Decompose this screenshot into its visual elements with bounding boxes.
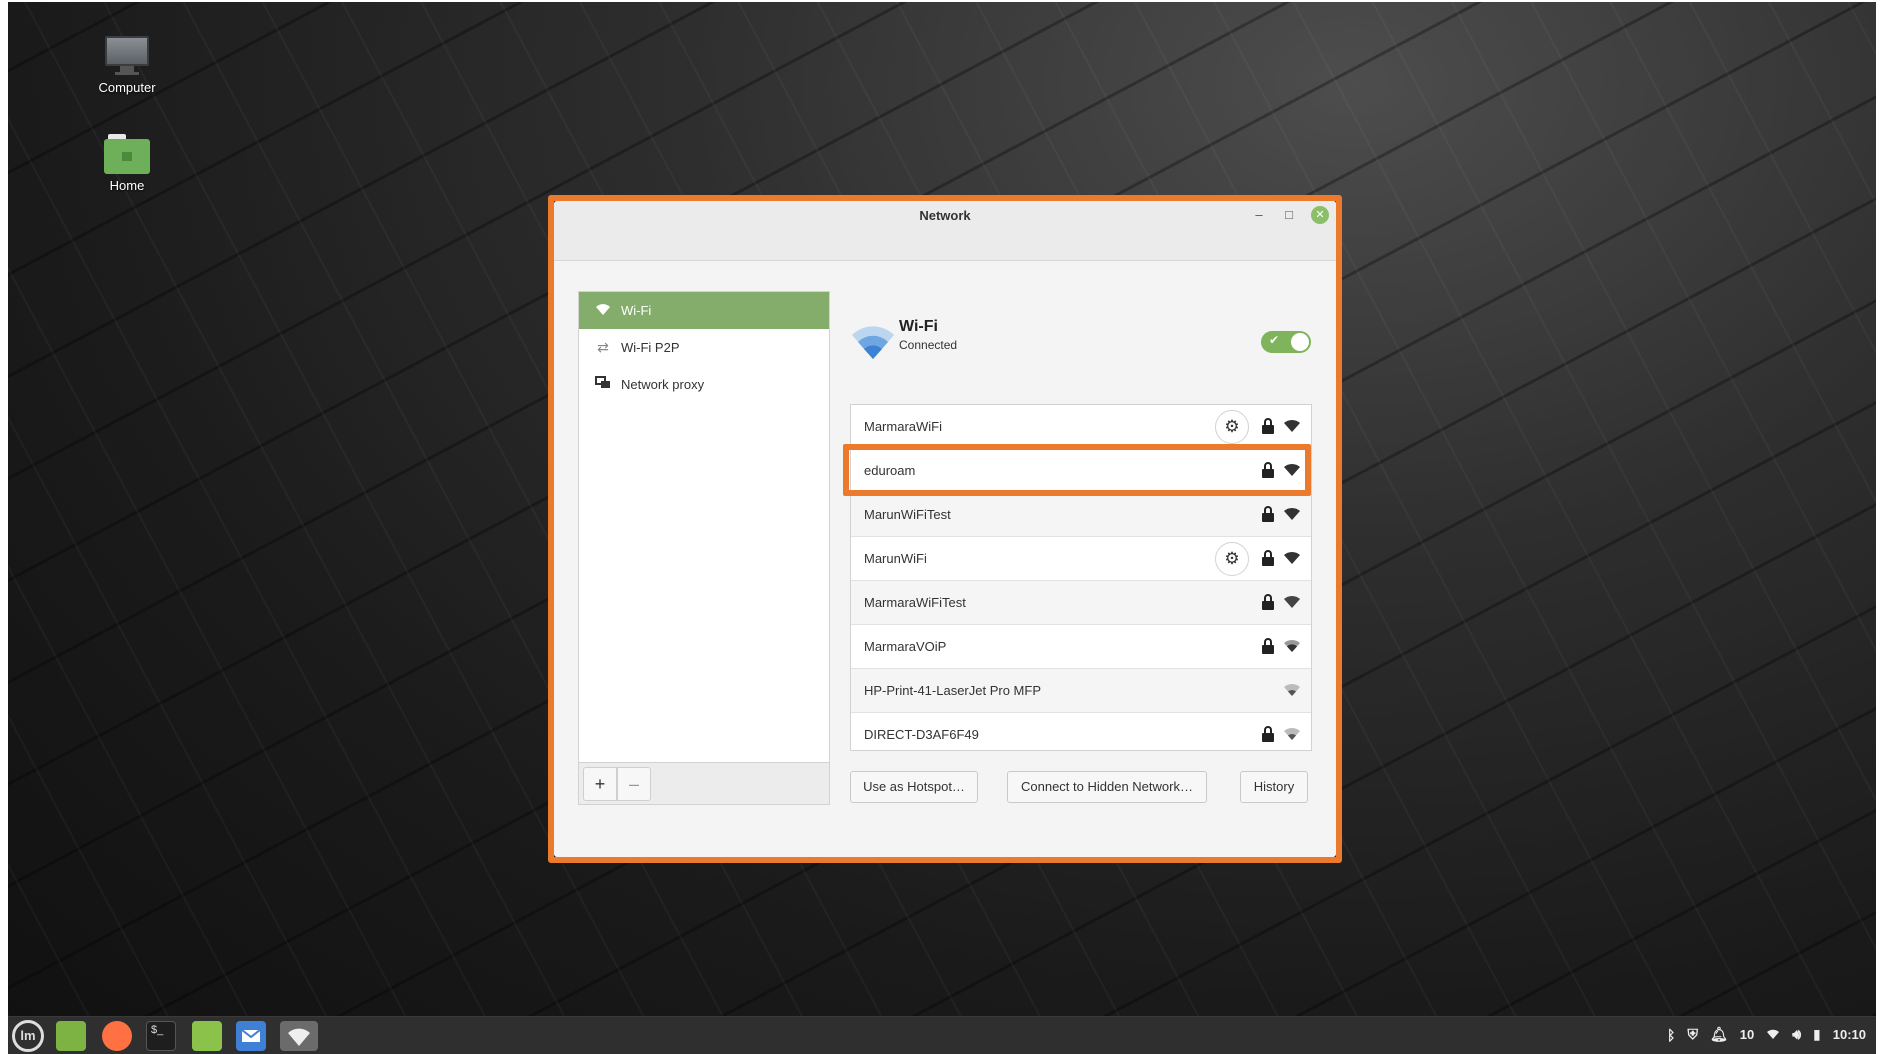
sidebar-item-wifi-p2p[interactable]: ⇄ Wi-Fi P2P xyxy=(579,329,829,366)
p2p-arrows-icon: ⇄ xyxy=(597,339,609,355)
taskbar: lm $_ ᛒ ⛨ 🔔︎ 10 🔊︎ ▮ 10:10 xyxy=(8,1016,1876,1054)
wifi-large-icon xyxy=(850,321,896,361)
sidebar-footer: + – xyxy=(579,762,829,804)
signal-strength-icon xyxy=(1283,549,1301,567)
network-name: MarmaraWiFiTest xyxy=(864,595,966,610)
sidebar-item-label: Network proxy xyxy=(621,377,705,392)
wifi-tray-icon[interactable] xyxy=(1766,1027,1780,1043)
network-row[interactable]: MarunWiFi ⚙ xyxy=(851,537,1311,581)
terminal-icon[interactable]: $_ xyxy=(146,1021,176,1051)
sidebar-item-network-proxy[interactable]: Network proxy xyxy=(579,366,829,403)
network-row[interactable]: MarmaraVOiP xyxy=(851,625,1311,669)
network-row[interactable]: MarunWiFiTest xyxy=(851,493,1311,537)
network-settings-taskbar-icon[interactable] xyxy=(280,1021,318,1051)
lock-icon xyxy=(1262,418,1274,434)
network-row[interactable]: MarmaraWiFiTest xyxy=(851,581,1311,625)
shield-icon[interactable]: ⛨ xyxy=(1687,1026,1698,1043)
signal-strength-icon xyxy=(1283,505,1301,523)
sidebar: Wi-Fi ⇄ Wi-Fi P2P Network proxy + – xyxy=(578,291,830,805)
eduroam-highlight-frame xyxy=(843,444,1311,496)
wifi-title: Wi-Fi xyxy=(899,318,938,335)
clock[interactable]: 10:10 xyxy=(1833,1027,1866,1042)
toggle-knob xyxy=(1291,333,1309,351)
history-button[interactable]: History xyxy=(1240,771,1308,803)
notifications-count: 10 xyxy=(1739,1027,1755,1042)
lock-icon xyxy=(1262,506,1274,522)
maximize-button[interactable]: □ xyxy=(1280,206,1298,224)
network-row[interactable]: HP-Print-41-LaserJet Pro MFP xyxy=(851,669,1311,713)
wifi-icon xyxy=(593,302,613,319)
network-name: HP-Print-41-LaserJet Pro MFP xyxy=(864,683,1041,698)
network-row[interactable]: DIRECT-D3AF6F49 xyxy=(851,713,1311,750)
network-name: MarunWiFiTest xyxy=(864,507,951,522)
files-icon[interactable] xyxy=(192,1021,222,1051)
system-tray: ᛒ ⛨ 🔔︎ 10 🔊︎ ▮ 10:10 xyxy=(1667,1026,1866,1043)
gear-icon[interactable]: ⚙ xyxy=(1215,542,1249,576)
network-window: Network – □ ✕ Wi-Fi ⇄ Wi-Fi P2P Network … xyxy=(554,201,1336,857)
network-name: DIRECT-D3AF6F49 xyxy=(864,727,979,742)
desktop-icon-label: Home xyxy=(109,178,145,193)
connect-hidden-network-button[interactable]: Connect to Hidden Network… xyxy=(1007,771,1207,803)
network-name: MarmaraVOiP xyxy=(864,639,947,654)
notifications-icon[interactable]: 🔔︎ xyxy=(1710,1026,1728,1043)
sidebar-item-label: Wi-Fi xyxy=(621,303,652,318)
bluetooth-icon[interactable]: ᛒ xyxy=(1667,1027,1675,1043)
remove-connection-button[interactable]: – xyxy=(617,767,651,801)
network-row[interactable]: MarmaraWiFi ⚙ xyxy=(851,405,1311,449)
monitor-icon xyxy=(105,36,149,76)
firefox-icon[interactable] xyxy=(102,1021,132,1051)
volume-icon[interactable]: 🔊︎ xyxy=(1792,1026,1801,1043)
mint-menu-button[interactable]: lm xyxy=(12,1020,44,1052)
network-proxy-icon xyxy=(593,376,613,393)
signal-strength-icon xyxy=(1283,417,1301,435)
window-title: Network xyxy=(919,208,971,223)
desktop-icon-computer[interactable]: Computer xyxy=(72,36,182,95)
desktop-icon-home[interactable]: Home xyxy=(72,134,182,193)
lock-icon xyxy=(1262,638,1274,654)
show-desktop-icon[interactable] xyxy=(56,1021,86,1051)
lock-icon xyxy=(1262,550,1274,566)
signal-strength-icon xyxy=(1283,725,1301,743)
sidebar-item-label: Wi-Fi P2P xyxy=(621,340,680,355)
titlebar[interactable]: Network – □ ✕ xyxy=(554,201,1336,261)
use-as-hotspot-button[interactable]: Use as Hotspot… xyxy=(850,771,978,803)
minimize-button[interactable]: – xyxy=(1250,206,1268,224)
mail-icon[interactable] xyxy=(236,1021,266,1051)
check-icon: ✔ xyxy=(1269,333,1280,347)
battery-icon[interactable]: ▮ xyxy=(1813,1026,1821,1043)
wifi-toggle[interactable]: ✔ xyxy=(1261,331,1311,353)
folder-icon xyxy=(104,134,150,174)
lock-icon xyxy=(1262,594,1274,610)
add-connection-button[interactable]: + xyxy=(583,767,617,801)
signal-strength-icon xyxy=(1283,637,1301,655)
signal-strength-icon xyxy=(1283,681,1301,699)
close-button[interactable]: ✕ xyxy=(1311,206,1329,224)
desktop-icon-label: Computer xyxy=(98,80,156,95)
signal-strength-icon xyxy=(1283,593,1301,611)
gear-icon[interactable]: ⚙ xyxy=(1215,410,1249,444)
lock-icon xyxy=(1262,726,1274,742)
sidebar-item-wifi[interactable]: Wi-Fi xyxy=(579,292,829,329)
wifi-status: Connected xyxy=(899,338,958,352)
